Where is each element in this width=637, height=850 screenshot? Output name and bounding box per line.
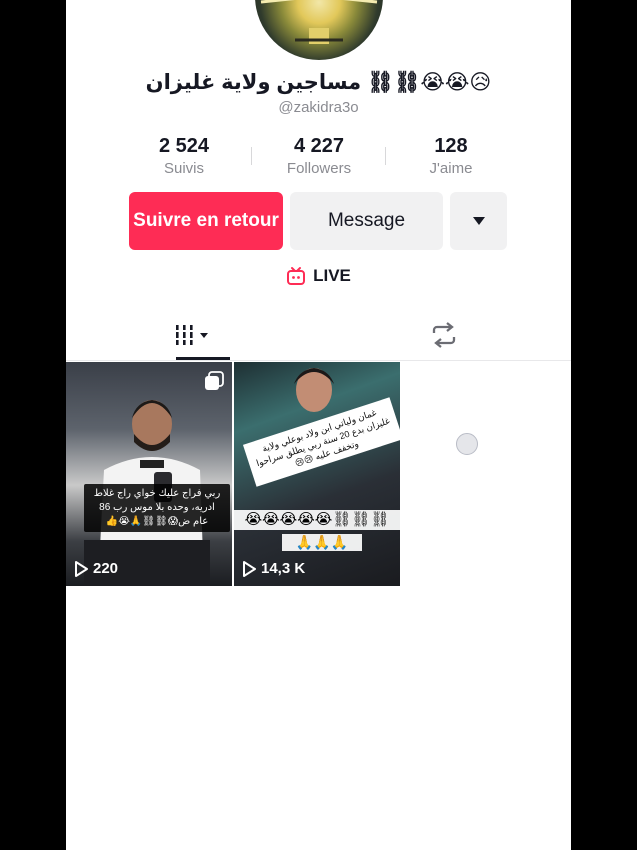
view-count-value: 14,3 K bbox=[261, 560, 306, 577]
active-tab-indicator bbox=[176, 357, 230, 360]
video-grid: ربي فراج عليك خواي راج غلاط ادريه، وحده … bbox=[66, 362, 571, 586]
profile-screen: مساجين ولاية غليزان ⛓⛓😭😭😥 @zakidra3o 2 5… bbox=[66, 0, 571, 850]
stat-following-value: 2 524 bbox=[158, 135, 210, 157]
live-label: LIVE bbox=[313, 266, 351, 285]
stat-followers-label: Followers bbox=[286, 160, 352, 177]
view-count: 220 bbox=[74, 560, 118, 577]
stat-following[interactable]: 2 524 Suivis bbox=[124, 133, 244, 179]
message-button[interactable]: Message bbox=[290, 192, 443, 250]
stat-likes-value: 128 bbox=[434, 135, 468, 157]
caption-line: ربي فراج عليك خواي راج غلاط bbox=[93, 488, 221, 499]
profile-tabs bbox=[66, 310, 571, 361]
view-count: 14,3 K bbox=[242, 560, 305, 577]
view-count-value: 220 bbox=[93, 560, 119, 577]
tab-reposts[interactable] bbox=[318, 310, 570, 360]
stat-divider bbox=[251, 147, 252, 165]
repost-icon bbox=[432, 322, 456, 348]
caption-line: عام ض😱⛓⛓🙏😭👍 bbox=[105, 516, 209, 527]
play-icon bbox=[75, 560, 88, 577]
stat-divider bbox=[385, 147, 386, 165]
stat-followers-value: 4 227 bbox=[293, 135, 345, 157]
stat-likes-label: J'aime bbox=[429, 160, 473, 177]
multi-photo-icon bbox=[205, 371, 224, 390]
live-link[interactable]: LIVE bbox=[66, 266, 571, 286]
live-tv-icon bbox=[287, 267, 306, 285]
video-thumbnail[interactable]: ربي فراج عليك خواي راج غلاط ادريه، وحده … bbox=[66, 362, 232, 586]
profile-handle: @zakidra3o bbox=[278, 99, 359, 116]
profile-avatar[interactable] bbox=[255, 0, 383, 60]
more-options-button[interactable] bbox=[450, 192, 507, 250]
stat-likes[interactable]: 128 J'aime bbox=[391, 133, 511, 179]
video-caption: ربي فراج عليك خواي راج غلاط ادريه، وحده … bbox=[84, 484, 230, 532]
emoji-line: 🙏🙏🙏 bbox=[282, 534, 362, 551]
caret-down-icon bbox=[472, 217, 485, 225]
profile-display-name: مساجين ولاية غليزان ⛓⛓😭😭😥 bbox=[145, 71, 492, 94]
follow-back-button[interactable]: Suivre en retour bbox=[129, 192, 283, 250]
loading-spinner bbox=[456, 433, 478, 455]
play-icon bbox=[243, 560, 256, 577]
emoji-line: 😭😭😭😭😭⛓⛓⛓ bbox=[234, 510, 400, 530]
grid-bars-icon bbox=[174, 325, 208, 345]
video-thumbnail[interactable]: غمان ولياتي ابن ولاد بوعلي ولاية غليزان … bbox=[234, 362, 400, 586]
caption-line: ادريه، وحده بلا موس رب 86 bbox=[99, 502, 215, 513]
stat-following-label: Suivis bbox=[163, 160, 204, 177]
tab-videos[interactable] bbox=[66, 310, 318, 360]
stat-followers[interactable]: 4 227 Followers bbox=[259, 133, 379, 179]
